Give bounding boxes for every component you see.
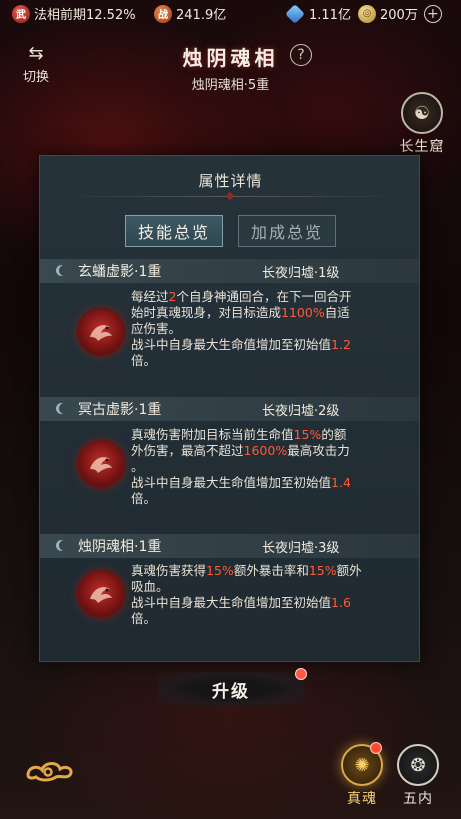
skill-header: 玄蟠虚影·1重 长夜归墟·1级 — [40, 259, 419, 283]
swirl-icon: ❂ — [397, 744, 439, 786]
highlight-value: 1.2 — [331, 337, 351, 352]
gem-resource[interactable]: 1.11亿 — [285, 3, 351, 24]
description-line: 。 — [131, 459, 391, 475]
cloud-menu-icon[interactable] — [22, 755, 78, 785]
skill-name: 烛阴魂相·1重 — [78, 539, 162, 555]
description-text: 战斗中自身最大生命值增加至初始值 — [131, 337, 332, 352]
help-button[interactable]: ? — [290, 44, 312, 66]
crescent-icon — [59, 265, 70, 276]
description-text: 战斗中自身最大生命值增加至初始值 — [131, 595, 332, 610]
combat-power-icon: 战 — [154, 4, 172, 23]
description-line: 吸血。 — [131, 579, 391, 595]
skill-description: 真魂伤害获得15%额外暴击率和15%额外 吸血。 战斗中自身最大生命值增加至初始值1… — [131, 563, 391, 627]
skill-description: 真魂伤害附加目标当前生命值15%的额 外伤害，最高不超过1600%最高攻击力。战斗… — [131, 427, 391, 507]
page-subtitle: 烛阴魂相·5重 — [191, 78, 270, 93]
description-line: 倍。 — [131, 353, 391, 369]
skill-header: 冥古虚影·1重 长夜归墟·2级 — [40, 397, 419, 421]
description-text: 。 — [131, 459, 144, 474]
upgrade-button[interactable]: 升级 — [158, 672, 304, 706]
status-bar: 武 法相前期12.52% 战 241.9亿 1.11亿 ◎ 200万 + — [0, 0, 461, 30]
description-line: 战斗中自身最大生命值增加至初始值1.6 — [131, 595, 391, 611]
cave-label: 长生窟 — [399, 139, 445, 155]
description-text: 战斗中自身最大生命值增加至初始值 — [131, 475, 332, 490]
description-text: 额外 — [336, 563, 362, 578]
description-text: 外伤害，最高不超过 — [131, 443, 244, 458]
highlight-value: 1.6 — [331, 595, 351, 610]
description-line: 战斗中自身最大生命值增加至初始值1.2 — [131, 337, 391, 353]
description-text: 自适 — [324, 305, 350, 320]
skill-name: 冥古虚影·1重 — [78, 402, 162, 418]
description-line: 倍。 — [131, 491, 391, 507]
highlight-value: 15% — [206, 563, 234, 578]
true-soul-label: 真魂 — [347, 791, 377, 807]
highlight-value: 15% — [308, 563, 337, 578]
realm-icon: 武 — [12, 4, 30, 23]
skill-requirement: 长夜归墟·2级 — [262, 403, 340, 419]
description-text: 吸血。 — [131, 579, 169, 594]
description-line: 始时真魂现身，对目标造成1100%自适 — [131, 305, 391, 321]
tab-skill-overview[interactable]: 技能总览 — [125, 215, 223, 247]
highlight-value: 1100% — [281, 305, 325, 320]
realm-text: 法相前期12.52% — [34, 8, 136, 23]
description-line: 战斗中自身最大生命值增加至初始值1.4 — [131, 475, 391, 491]
crescent-icon — [59, 403, 70, 414]
skill-dragon-icon[interactable] — [78, 441, 124, 487]
skill-dragon-icon[interactable] — [78, 309, 124, 355]
description-text: 个自身神通回合，在下一回合开 — [176, 289, 352, 304]
description-text: 始时真魂现身，对目标造成 — [131, 305, 282, 320]
description-text: 最高攻击力 — [287, 443, 350, 458]
true-soul-button[interactable]: ✺ 真魂 — [338, 744, 386, 808]
description-text: 每经过 — [131, 289, 169, 304]
tab-bonus-overview[interactable]: 加成总览 — [238, 215, 336, 247]
skill-dragon-icon[interactable] — [78, 571, 124, 617]
description-line: 应伤害。 — [131, 321, 391, 337]
panel-title: 属性详情 — [198, 172, 263, 190]
crescent-icon — [59, 540, 70, 551]
skill-header: 烛阴魂相·1重 长夜归墟·3级 — [40, 534, 419, 558]
coin-resource[interactable]: ◎ 200万 + — [358, 4, 442, 23]
description-line: 真魂伤害附加目标当前生命值15%的额 — [131, 427, 391, 443]
five-organs-button[interactable]: ❂ 五内 — [394, 744, 442, 808]
skill-requirement: 长夜归墟·1级 — [262, 265, 340, 281]
combat-power-resource[interactable]: 战 241.9亿 — [154, 4, 226, 23]
description-line: 外伤害，最高不超过1600%最高攻击力 — [131, 443, 391, 459]
skill-requirement: 长夜归墟·3级 — [262, 540, 340, 556]
highlight-value: 1600% — [243, 443, 288, 458]
description-text: 倍。 — [131, 353, 157, 368]
add-coins-button[interactable]: + — [423, 4, 442, 23]
description-text: 真魂伤害附加目标当前生命值 — [131, 427, 294, 442]
description-line: 每经过2个自身神通回合，在下一回合开 — [131, 289, 391, 305]
gem-value: 1.11亿 — [309, 8, 351, 23]
combat-power-value: 241.9亿 — [176, 8, 227, 23]
description-line: 倍。 — [131, 611, 391, 627]
gem-icon — [285, 3, 305, 24]
realm-resource[interactable]: 武 法相前期12.52% — [12, 4, 136, 23]
five-organs-label: 五内 — [403, 791, 433, 807]
coin-value: 200万 — [380, 8, 418, 23]
description-text: 额外暴击率和 — [233, 563, 309, 578]
upgrade-alert-badge — [295, 668, 307, 680]
description-text: 真魂伤害获得 — [131, 563, 207, 578]
soul-alert-badge — [370, 742, 382, 754]
skill-name: 玄蟠虚影·1重 — [78, 264, 162, 280]
description-text: 的额 — [321, 427, 347, 442]
highlight-value: 1.4 — [331, 475, 351, 490]
skill-description: 每经过2个自身神通回合，在下一回合开 始时真魂现身，对目标造成1100%自适 应伤害… — [131, 289, 391, 369]
description-line: 真魂伤害获得15%额外暴击率和15%额外 — [131, 563, 391, 579]
cave-portrait-icon: ☯ — [401, 92, 443, 134]
description-text: 应伤害。 — [131, 321, 182, 336]
description-text: 倍。 — [131, 611, 157, 626]
cave-button[interactable]: ☯ 长生窟 — [392, 92, 452, 156]
page-title: 烛阴魂相 — [182, 46, 279, 70]
coin-icon: ◎ — [358, 4, 376, 23]
highlight-value: 15% — [293, 427, 322, 442]
description-text: 倍。 — [131, 491, 157, 506]
